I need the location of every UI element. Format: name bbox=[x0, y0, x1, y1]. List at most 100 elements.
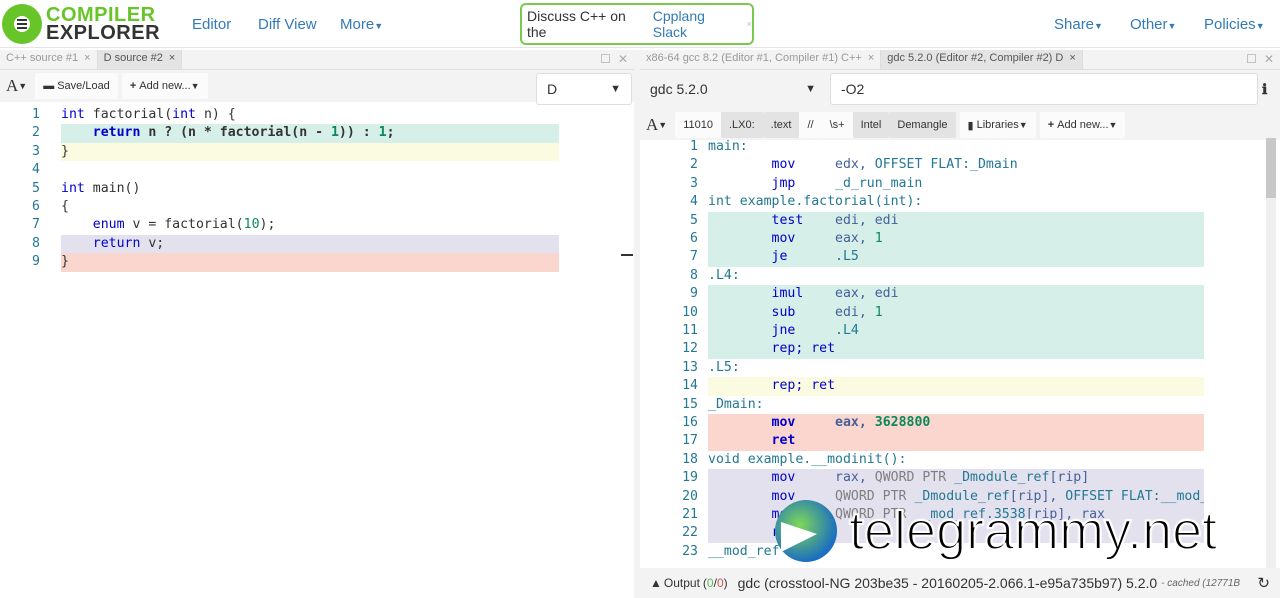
output-label: Output bbox=[663, 576, 700, 590]
add-new-button[interactable]: + Add new... ▼ bbox=[1039, 112, 1126, 138]
refresh-icon[interactable]: ↻ bbox=[1257, 574, 1270, 592]
line-number: 7 bbox=[690, 249, 698, 265]
line-number: 2 bbox=[32, 125, 40, 141]
close-icon[interactable]: × bbox=[169, 52, 175, 64]
tab-gdc-compiler[interactable]: gdc 5.2.0 (Editor #2, Compiler #2) D × bbox=[881, 50, 1083, 69]
code-token: eax, edi bbox=[803, 286, 899, 302]
maximize-icon[interactable]: ☐ bbox=[1246, 52, 1257, 66]
line-number: 10 bbox=[682, 304, 698, 320]
code-line: 3} bbox=[0, 142, 560, 162]
compiler-options-input[interactable]: -O2 bbox=[830, 73, 1258, 105]
motd-link[interactable]: Cpplang Slack bbox=[653, 8, 743, 40]
code-text: imul eax, edi bbox=[708, 285, 1204, 304]
code-token: mov bbox=[708, 157, 796, 173]
line-number: 1 bbox=[690, 139, 698, 154]
code-line: 19 mov rax, QWORD PTR _Dmodule_ref[rip] bbox=[640, 469, 1204, 488]
code-line: 9 imul eax, edi bbox=[640, 285, 1204, 304]
nav-other[interactable]: Other▼ bbox=[1130, 16, 1176, 33]
tab-gcc-compiler[interactable]: x86-64 gcc 8.2 (Editor #1, Compiler #1) … bbox=[640, 50, 882, 69]
close-icon[interactable]: × bbox=[84, 52, 90, 64]
code-token: je bbox=[708, 249, 788, 265]
top-navbar: COMPILER EXPLORER Editor Diff View More▼ … bbox=[0, 0, 1280, 48]
language-select[interactable]: D ▼ bbox=[536, 73, 632, 105]
output-button[interactable]: ▲ Output (0/0) bbox=[640, 568, 738, 598]
code-text: rep; ret bbox=[708, 377, 1204, 396]
filter-intel[interactable]: Intel bbox=[852, 112, 890, 138]
save-load-button[interactable]: ▬ Save/Load bbox=[35, 73, 118, 99]
code-token: rep; ret bbox=[708, 378, 836, 394]
libraries-button[interactable]: ▮ Libraries ▼ bbox=[959, 112, 1036, 138]
info-icon[interactable]: ℹ bbox=[1262, 81, 1267, 98]
book-icon: ▮ bbox=[967, 119, 974, 132]
close-pane-icon[interactable]: ✕ bbox=[618, 52, 628, 66]
code-token: )) : bbox=[338, 125, 379, 141]
scrollbar[interactable] bbox=[1266, 138, 1276, 568]
code-token: } bbox=[61, 254, 69, 270]
close-icon[interactable]: × bbox=[1069, 52, 1075, 64]
code-line: 2 mov edx, OFFSET FLAT:_Dmain bbox=[640, 156, 1204, 174]
line-number: 6 bbox=[32, 199, 40, 214]
code-text: return v; bbox=[61, 234, 559, 254]
code-text: _Dmain: bbox=[708, 396, 1204, 414]
code-token: rax, bbox=[795, 470, 875, 486]
code-token: 1 bbox=[874, 231, 883, 246]
filter-demangle[interactable]: Demangle bbox=[889, 112, 956, 138]
compiler-status-bar: ▲ Output (0/0) gdc (crosstool-NG 203be35… bbox=[640, 568, 1280, 598]
close-pane-icon[interactable]: ✕ bbox=[1264, 52, 1274, 66]
filter-whitespace[interactable]: \s+ bbox=[821, 112, 853, 138]
code-token: _Dmain: bbox=[708, 396, 764, 412]
tab-cpp-source[interactable]: C++ source #1 × bbox=[0, 50, 98, 69]
code-token: eax, bbox=[795, 231, 875, 246]
code-token: .L4 bbox=[795, 323, 859, 338]
nav-policies[interactable]: Policies▼ bbox=[1204, 16, 1265, 33]
filter-comments[interactable]: // bbox=[799, 112, 822, 138]
code-text: ret bbox=[708, 432, 1204, 451]
compiler-explorer-logo[interactable]: COMPILER EXPLORER bbox=[2, 4, 160, 44]
options-value: -O2 bbox=[841, 81, 865, 97]
nav-share[interactable]: Share▼ bbox=[1054, 16, 1103, 33]
code-text: mov rax, QWORD PTR _Dmodule_ref[rip] bbox=[708, 469, 1204, 488]
line-number: 16 bbox=[682, 415, 698, 430]
code-token: 1 bbox=[378, 125, 387, 141]
add-new-button[interactable]: + Add new... ▼ bbox=[121, 73, 208, 99]
code-token: 10 bbox=[243, 217, 260, 233]
code-token: v = factorial( bbox=[124, 217, 244, 233]
code-line: 14 rep; ret bbox=[640, 377, 1204, 396]
code-line: 13 .L5: bbox=[640, 359, 1204, 377]
nav-diff-view[interactable]: Diff View bbox=[258, 16, 317, 33]
tab-d-source[interactable]: D source #2 × bbox=[97, 50, 183, 69]
nav-policies-label: Policies bbox=[1204, 16, 1256, 33]
nav-editor[interactable]: Editor bbox=[192, 16, 231, 33]
plus-icon: + bbox=[1047, 119, 1055, 131]
caret-down-icon: ▼ bbox=[1094, 21, 1103, 31]
code-line: 6{ bbox=[0, 198, 560, 216]
output-err-count: 0 bbox=[716, 576, 724, 590]
caret-down-icon: ▼ bbox=[658, 120, 668, 130]
close-icon[interactable]: × bbox=[868, 52, 874, 64]
source-code-editor[interactable]: 1 int factorial(int n) {2 return n ? (n *… bbox=[0, 106, 560, 586]
maximize-icon[interactable]: ☐ bbox=[600, 52, 611, 66]
code-token: imul bbox=[708, 286, 804, 302]
close-icon[interactable]: × bbox=[747, 19, 752, 29]
code-text: return n ? (n * factorial(n - 1)) : 1; bbox=[61, 124, 559, 143]
filter-binary[interactable]: 11010 bbox=[675, 112, 721, 138]
logo-line2: EXPLORER bbox=[46, 22, 161, 44]
filter-labels[interactable]: .LX0: bbox=[720, 112, 763, 138]
language-value: D bbox=[547, 81, 558, 97]
code-line: 7 je .L5 bbox=[640, 248, 1204, 267]
code-text: mov eax, 3628800 bbox=[708, 414, 1204, 433]
scrollbar-thumb[interactable] bbox=[621, 254, 633, 256]
caret-down-icon: ▼ bbox=[1018, 120, 1028, 130]
compiler-select[interactable]: gdc 5.2.0 ▼ bbox=[640, 73, 826, 105]
code-line: 7 enum v = factorial(10); bbox=[0, 216, 560, 234]
code-token: ; bbox=[386, 125, 395, 141]
code-token: OFFSET FLAT:_Dmain bbox=[874, 157, 1018, 173]
nav-share-label: Share bbox=[1054, 16, 1095, 33]
font-size-button[interactable]: A ▼ bbox=[642, 112, 671, 138]
nav-more[interactable]: More▼ bbox=[340, 16, 383, 33]
filter-directives[interactable]: .text bbox=[762, 112, 800, 138]
code-token: [rip] bbox=[1049, 470, 1090, 486]
font-size-button[interactable]: A ▼ bbox=[2, 73, 31, 99]
